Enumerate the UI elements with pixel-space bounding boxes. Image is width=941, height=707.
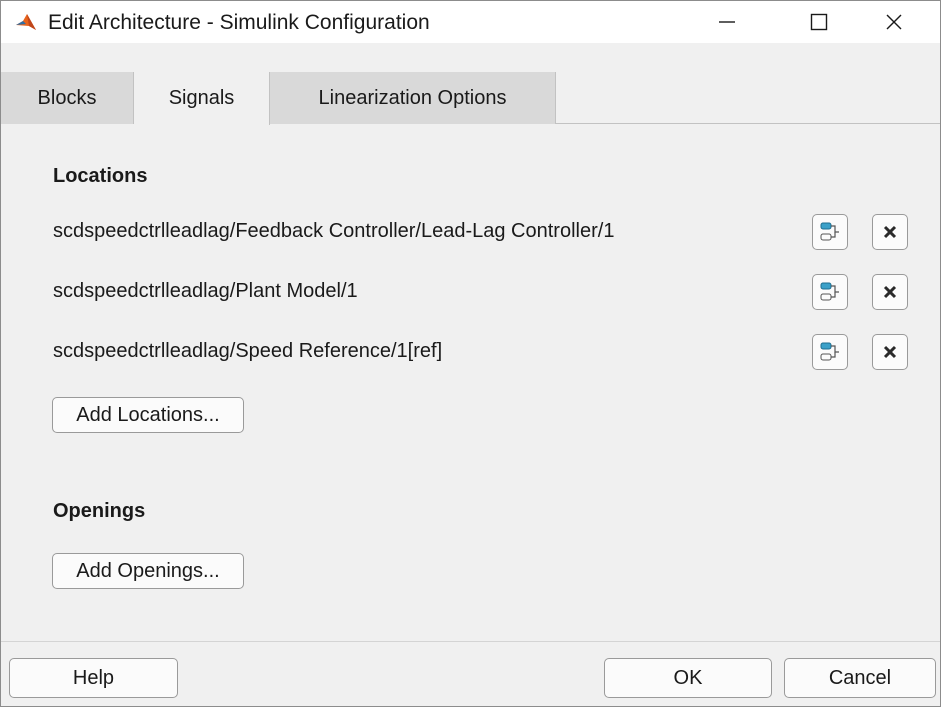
- tab-label: Linearization Options: [318, 86, 507, 109]
- footer-divider: [1, 641, 940, 642]
- ok-button[interactable]: OK: [604, 658, 772, 698]
- delete-x-icon: [883, 285, 897, 299]
- add-locations-button[interactable]: Add Locations...: [52, 397, 244, 433]
- help-button[interactable]: Help: [9, 658, 178, 698]
- openings-heading: Openings: [53, 500, 146, 522]
- close-icon: [886, 14, 902, 30]
- location-row: scdspeedctrlleadlag/Plant Model/1: [53, 274, 923, 310]
- dialog-window: Edit Architecture - Simulink Configurati…: [0, 0, 941, 707]
- highlight-signal-button[interactable]: [812, 274, 848, 310]
- location-row: scdspeedctrlleadlag/Speed Reference/1[re…: [53, 334, 923, 370]
- remove-location-button[interactable]: [872, 214, 908, 250]
- tab-linearization-options[interactable]: Linearization Options: [270, 72, 556, 124]
- maximize-icon: [810, 13, 828, 31]
- delete-x-icon: [883, 345, 897, 359]
- locations-heading: Locations: [53, 165, 148, 187]
- location-path: scdspeedctrlleadlag/Plant Model/1: [53, 280, 358, 302]
- minimize-button[interactable]: [681, 1, 773, 43]
- tab-label: Signals: [168, 87, 235, 109]
- location-path: scdspeedctrlleadlag/Feedback Controller/…: [53, 220, 615, 242]
- highlight-signal-button[interactable]: [812, 214, 848, 250]
- highlight-signal-icon: [820, 222, 839, 241]
- minimize-icon: [719, 21, 735, 23]
- matlab-icon: [15, 12, 37, 32]
- tab-signals[interactable]: Signals: [134, 72, 270, 125]
- close-button[interactable]: [848, 1, 940, 43]
- highlight-signal-button[interactable]: [812, 334, 848, 370]
- location-path: scdspeedctrlleadlag/Speed Reference/1[re…: [53, 340, 443, 362]
- remove-location-button[interactable]: [872, 274, 908, 310]
- add-openings-button[interactable]: Add Openings...: [52, 553, 244, 589]
- remove-location-button[interactable]: [872, 334, 908, 370]
- window-title: Edit Architecture - Simulink Configurati…: [48, 11, 430, 34]
- tab-strip-filler: [556, 72, 940, 124]
- cancel-button[interactable]: Cancel: [784, 658, 936, 698]
- delete-x-icon: [883, 225, 897, 239]
- title-bar[interactable]: Edit Architecture - Simulink Configurati…: [1, 1, 940, 43]
- highlight-signal-icon: [820, 282, 839, 301]
- highlight-signal-icon: [820, 342, 839, 361]
- tab-blocks[interactable]: Blocks: [1, 72, 134, 124]
- location-row: scdspeedctrlleadlag/Feedback Controller/…: [53, 214, 923, 250]
- tab-label: Blocks: [37, 86, 97, 109]
